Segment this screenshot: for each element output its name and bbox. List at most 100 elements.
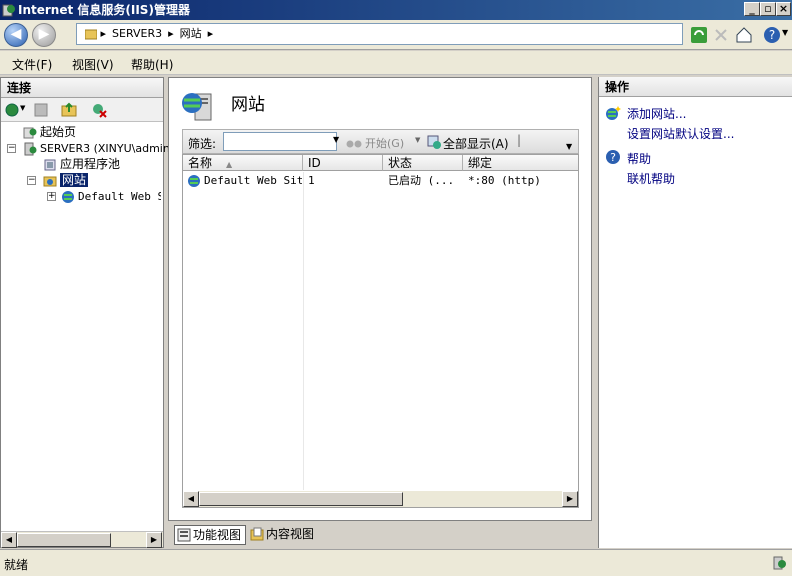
row-binding: *:80 (http) xyxy=(468,174,541,187)
actions-pane: 操作 添加网站... 设置网站默认设置... ? 帮助 联机帮助 xyxy=(598,77,792,548)
grid-hscrollbar[interactable]: ◀ ▶ xyxy=(183,491,578,507)
filter-label: 筛选: xyxy=(188,137,217,151)
column-header-binding[interactable]: 绑定 xyxy=(463,155,578,171)
set-site-defaults-link[interactable]: 设置网站默认设置... xyxy=(627,125,734,142)
window-title: Internet 信息服务(IIS)管理器 xyxy=(18,3,190,17)
content-view-icon xyxy=(250,527,264,541)
scroll-thumb[interactable] xyxy=(17,533,111,547)
status-text: 就绪 xyxy=(4,558,29,572)
connections-hscrollbar[interactable]: ◀ ▶ xyxy=(1,531,163,548)
breadcrumb-server[interactable]: SERVER3 xyxy=(112,27,162,40)
tree-default-web-site-label: Default Web S xyxy=(78,190,161,203)
disconnect-icon[interactable] xyxy=(91,102,107,118)
title-bar: Internet 信息服务(IIS)管理器 _ ▫ × xyxy=(0,0,792,20)
chevron-down-icon[interactable]: ▼ xyxy=(566,142,572,151)
help-icon: ? xyxy=(606,150,620,164)
tab-features-view[interactable]: 功能视图 xyxy=(174,525,247,545)
start-filter-button[interactable]: 开始(G) xyxy=(365,135,404,151)
globe-icon xyxy=(188,175,200,187)
tree-server[interactable]: SERVER3 (XINYU\admin xyxy=(23,140,170,157)
menu-view[interactable]: 视图(V) xyxy=(72,56,114,73)
show-all-button[interactable]: 全部显示(A) xyxy=(443,135,509,152)
svg-text:?: ? xyxy=(769,28,775,42)
tree-server-label: SERVER3 (XINYU\admin xyxy=(40,142,170,155)
collapse-icon[interactable]: − xyxy=(27,176,36,185)
up-level-icon[interactable] xyxy=(61,102,77,118)
help-link[interactable]: 帮助 xyxy=(627,150,651,167)
actions-title: 操作 xyxy=(599,77,792,97)
expand-icon[interactable]: + xyxy=(47,192,56,201)
tree-default-web-site[interactable]: Default Web S xyxy=(61,188,161,205)
row-id: 1 xyxy=(308,174,315,187)
scroll-right-icon[interactable]: ▶ xyxy=(146,532,162,548)
status-bar: 就绪 xyxy=(0,549,792,576)
refresh-icon[interactable] xyxy=(690,26,708,44)
minimize-button[interactable]: _ xyxy=(744,2,760,16)
server-icon xyxy=(24,142,37,155)
tree-sites[interactable]: 网站 xyxy=(43,172,89,188)
server-status-icon xyxy=(773,556,786,570)
tree-app-pools[interactable]: 应用程序池 xyxy=(43,156,120,172)
tab-content-label: 内容视图 xyxy=(266,527,315,541)
toolbar-separator: | xyxy=(517,133,522,147)
filter-bar: 筛选: ▼ 开始(G) ▼ 全部显示(A) | ▼ xyxy=(182,129,579,154)
iis-app-icon xyxy=(2,4,15,17)
collapse-icon[interactable]: − xyxy=(7,144,16,153)
scroll-right-icon[interactable]: ▶ xyxy=(562,491,578,507)
stop-icon[interactable] xyxy=(712,26,730,44)
globe-icon xyxy=(62,190,74,203)
menu-help[interactable]: 帮助(H) xyxy=(131,56,173,73)
start-page-icon xyxy=(23,127,37,138)
column-header-id[interactable]: ID xyxy=(303,155,383,171)
column-header-status[interactable]: 状态 xyxy=(383,155,463,171)
forward-button[interactable]: ▶ xyxy=(32,23,56,47)
view-tabs: 功能视图 内容视图 xyxy=(168,521,592,549)
tree-app-pools-label: 应用程序池 xyxy=(60,157,121,171)
sites-folder-icon xyxy=(43,176,57,186)
breadcrumb-arrow-icon: ▸ xyxy=(168,27,174,40)
breadcrumb-sites[interactable]: 网站 xyxy=(180,27,202,40)
add-site-icon xyxy=(606,106,621,120)
connect-icon[interactable] xyxy=(4,102,20,118)
add-site-link[interactable]: 添加网站... xyxy=(627,105,686,122)
chevron-down-icon[interactable]: ▼ xyxy=(333,135,339,144)
tree-sites-label: 网站 xyxy=(60,173,89,187)
features-view-icon xyxy=(177,528,191,542)
tree-start-page-label: 起始页 xyxy=(40,125,77,139)
page-title: 网站 xyxy=(231,95,265,115)
chevron-down-icon[interactable]: ▼ xyxy=(782,28,788,37)
restore-button[interactable]: ▫ xyxy=(760,2,776,16)
breadcrumb-arrow-icon: ▸ xyxy=(207,27,214,40)
column-header-name[interactable]: 名称 ▲ xyxy=(183,155,303,171)
connections-pane: 连接 ▼ 起始页 − SERVER3 (XINYU\admin 应用程序池 − … xyxy=(0,77,170,548)
save-icon[interactable] xyxy=(33,102,49,118)
tab-content-view[interactable]: 内容视图 xyxy=(248,525,318,545)
column-divider xyxy=(303,172,304,490)
close-button[interactable]: × xyxy=(776,2,791,16)
tab-features-label: 功能视图 xyxy=(193,528,242,542)
binoculars-icon xyxy=(346,140,362,148)
scroll-thumb[interactable] xyxy=(199,492,403,506)
help-icon[interactable]: ? xyxy=(763,26,781,44)
breadcrumb-arrow-icon: ▸ xyxy=(100,27,107,40)
tree-start-page[interactable]: 起始页 xyxy=(23,124,76,140)
row-status: 已启动 (... xyxy=(388,174,455,187)
menu-file[interactable]: 文件(F) xyxy=(12,56,52,73)
address-bar-area: ◀ ▶ ▸ SERVER3 ▸ 网站 ▸ ? ▼ xyxy=(0,20,792,50)
menu-bar: 文件(F) 视图(V) 帮助(H) xyxy=(0,51,792,75)
column-name-label: 名称 xyxy=(188,156,213,170)
row-name: Default Web Site xyxy=(204,174,302,187)
show-all-icon xyxy=(427,135,441,149)
online-help-link[interactable]: 联机帮助 xyxy=(627,170,675,187)
sites-pane: 网站 筛选: ▼ 开始(G) ▼ 全部显示(A) | ▼ 名称 ▲ ID 状态 绑… xyxy=(168,77,592,521)
back-button[interactable]: ◀ xyxy=(4,23,28,47)
home-icon[interactable] xyxy=(735,26,753,44)
chevron-down-icon[interactable]: ▼ xyxy=(415,136,420,144)
address-box[interactable]: ▸ SERVER3 ▸ 网站 ▸ xyxy=(76,23,683,45)
filter-input[interactable] xyxy=(223,132,337,151)
chevron-down-icon[interactable]: ▼ xyxy=(20,104,25,112)
folder-icon xyxy=(84,29,98,40)
scroll-left-icon[interactable]: ◀ xyxy=(183,491,199,507)
scroll-left-icon[interactable]: ◀ xyxy=(1,532,17,548)
app-pool-icon xyxy=(44,159,56,170)
